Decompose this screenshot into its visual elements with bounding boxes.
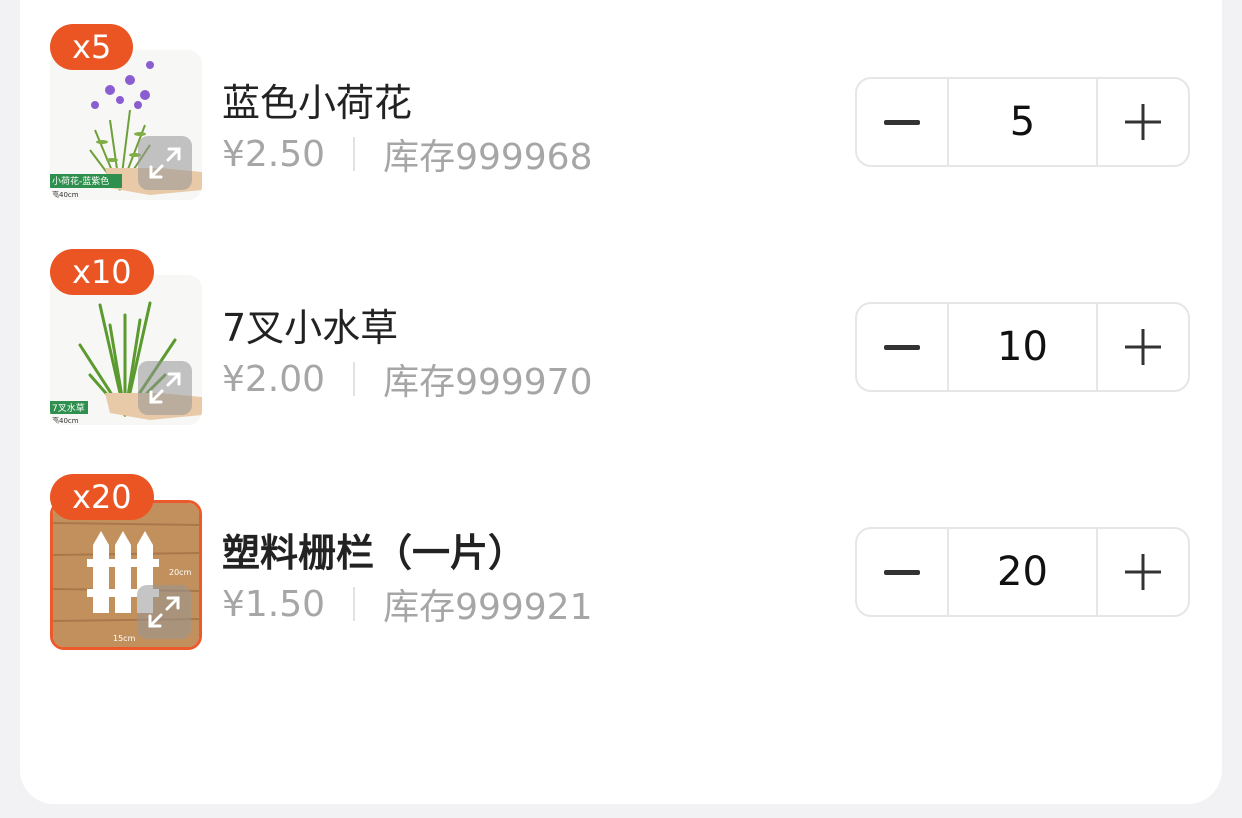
- product-price: ¥1.50: [222, 583, 326, 625]
- product-stock: 库存999921: [383, 587, 593, 628]
- product-price: ¥2.50: [222, 133, 326, 175]
- expand-icon[interactable]: [138, 361, 192, 415]
- decrease-button[interactable]: [857, 304, 947, 390]
- quantity-stepper: 5: [855, 77, 1190, 167]
- decrease-button[interactable]: [857, 79, 947, 165]
- minus-icon: [884, 345, 920, 350]
- quantity-badge: x20: [50, 474, 154, 520]
- minus-icon: [884, 570, 920, 575]
- quantity-badge: x5: [50, 24, 134, 70]
- divider: [353, 137, 356, 171]
- increase-button[interactable]: [1098, 304, 1188, 390]
- expand-icon[interactable]: [138, 136, 192, 190]
- product-meta: ¥2.00 库存999970: [222, 353, 593, 405]
- increase-button[interactable]: [1098, 79, 1188, 165]
- expand-icon[interactable]: [137, 585, 191, 639]
- quantity-input[interactable]: 20: [947, 529, 1098, 615]
- list-item: x20 20cm 15cm 塑料栅栏（一片） ¥1.50 库存999921 20: [0, 450, 1242, 650]
- image-subcaption: 高40cm: [52, 190, 79, 199]
- product-stock: 库存999970: [383, 362, 593, 403]
- product-name: 7叉小水草: [222, 306, 399, 350]
- product-image[interactable]: 20cm 15cm: [50, 500, 202, 650]
- product-meta: ¥2.50 库存999968: [222, 128, 593, 180]
- quantity-input[interactable]: 5: [947, 79, 1098, 165]
- product-name: 蓝色小荷花: [222, 81, 413, 125]
- product-price: ¥2.00: [222, 358, 326, 400]
- plus-icon: [1125, 554, 1161, 590]
- list-item: x5 小荷花-蓝紫色 高40cm 蓝色小荷花 ¥2.50 库存999968 5: [0, 0, 1242, 200]
- increase-button[interactable]: [1098, 529, 1188, 615]
- image-subcaption: 高40cm: [52, 416, 79, 425]
- plus-icon: [1125, 104, 1161, 140]
- divider: [353, 587, 356, 621]
- image-caption: 7叉水草: [52, 402, 85, 414]
- list-item: x10 7叉水草 高40cm 7叉小水草 ¥2.00 库存999970 10: [0, 225, 1242, 425]
- quantity-stepper: 10: [855, 302, 1190, 392]
- product-name: 塑料栅栏（一片）: [222, 531, 527, 575]
- image-subcaption: 15cm: [113, 634, 136, 643]
- quantity-badge: x10: [50, 249, 154, 295]
- divider: [353, 362, 356, 396]
- product-image[interactable]: 7叉水草 高40cm: [50, 275, 202, 425]
- quantity-input[interactable]: 10: [947, 304, 1098, 390]
- quantity-stepper: 20: [855, 527, 1190, 617]
- decrease-button[interactable]: [857, 529, 947, 615]
- plus-icon: [1125, 329, 1161, 365]
- product-meta: ¥1.50 库存999921: [222, 578, 593, 630]
- image-caption: 小荷花-蓝紫色: [52, 175, 109, 187]
- product-stock: 库存999968: [383, 137, 593, 178]
- image-caption: 20cm: [169, 568, 192, 577]
- product-image[interactable]: 小荷花-蓝紫色 高40cm: [50, 50, 202, 200]
- minus-icon: [884, 120, 920, 125]
